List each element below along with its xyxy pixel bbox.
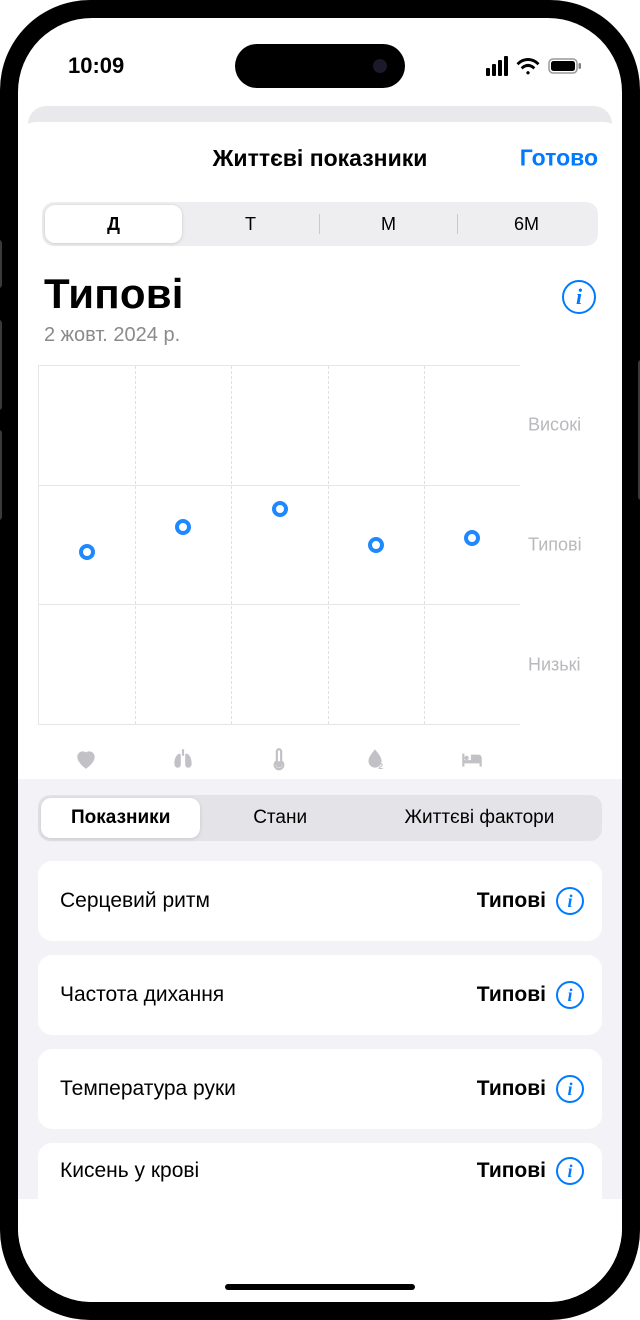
chart-point (368, 537, 384, 553)
chart-plot (38, 365, 520, 725)
ylabel-typical: Типові (528, 535, 582, 556)
home-indicator[interactable] (225, 1284, 415, 1290)
nav-title: Життєві показники (213, 145, 428, 172)
wifi-icon (516, 56, 540, 76)
lungs-icon (170, 746, 196, 772)
tab-metrics[interactable]: Показники (41, 798, 200, 838)
metric-status: Типові (477, 1077, 546, 1101)
tab-states[interactable]: Стани (200, 798, 359, 838)
metric-status: Типові (477, 983, 546, 1007)
ylabel-low: Низькі (528, 654, 581, 675)
metrics-list: Серцевий ритм Типові i Частота дихання Т… (38, 861, 602, 1199)
chart-point (175, 519, 191, 535)
page-title: Типові (44, 270, 184, 318)
metric-name: Кисень у крові (60, 1159, 199, 1183)
metric-row[interactable]: Частота дихання Типові i (38, 955, 602, 1035)
chart-y-axis: Високі Типові Низькі (520, 365, 602, 725)
phone-frame: 10:09 Життєві показники Готово Д Т (0, 0, 640, 1320)
heart-icon (73, 746, 99, 772)
range-month[interactable]: М (320, 205, 457, 243)
chart-x-axis: 2 (38, 739, 602, 779)
dynamic-island (235, 44, 405, 88)
metric-status: Типові (477, 889, 546, 913)
nav-bar: Життєві показники Готово (18, 122, 622, 194)
metric-name: Частота дихання (60, 983, 224, 1007)
bed-icon (459, 746, 485, 772)
vitals-sheet: Життєві показники Готово Д Т М 6М Типові… (18, 122, 622, 1302)
chart-point (464, 530, 480, 546)
metric-name: Серцевий ритм (60, 889, 210, 913)
date-label: 2 жовт. 2024 р. (44, 324, 602, 347)
chart-point (79, 544, 95, 560)
done-button[interactable]: Готово (520, 145, 598, 172)
chart-point (272, 501, 288, 517)
vitals-chart: Високі Типові Низькі (38, 365, 602, 725)
info-icon[interactable]: i (556, 1075, 584, 1103)
oxygen-icon: 2 (362, 746, 388, 772)
metric-row[interactable]: Температура руки Типові i (38, 1049, 602, 1129)
info-icon[interactable]: i (556, 1157, 584, 1185)
cellular-icon (486, 56, 508, 76)
view-segmented[interactable]: Показники Стани Життєві фактори (38, 795, 602, 841)
info-icon[interactable]: i (556, 887, 584, 915)
range-week[interactable]: Т (182, 205, 319, 243)
svg-text:2: 2 (379, 761, 384, 771)
battery-icon (548, 58, 582, 74)
tab-factors[interactable]: Життєві фактори (360, 798, 599, 838)
thermometer-icon (266, 746, 292, 772)
metric-row[interactable]: Серцевий ритм Типові i (38, 861, 602, 941)
time-range-segmented[interactable]: Д Т М 6М (42, 202, 598, 246)
ylabel-high: Високі (528, 414, 581, 435)
volume-up-button (0, 320, 2, 410)
volume-down-button (0, 430, 2, 520)
range-day[interactable]: Д (45, 205, 182, 243)
range-6month[interactable]: 6М (458, 205, 595, 243)
status-time: 10:09 (68, 53, 124, 79)
metric-name: Температура руки (60, 1077, 236, 1101)
metric-row[interactable]: Кисень у крові Типові i (38, 1143, 602, 1199)
metric-status: Типові (477, 1159, 546, 1183)
info-icon[interactable]: i (556, 981, 584, 1009)
info-button[interactable]: i (562, 280, 596, 314)
side-button (0, 240, 2, 288)
